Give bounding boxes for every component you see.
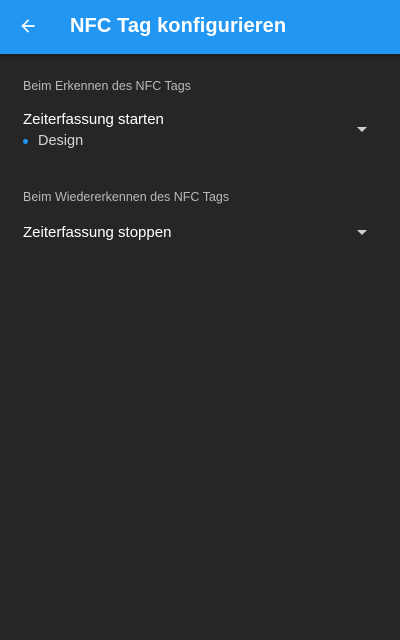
page-title: NFC Tag konfigurieren [70, 15, 287, 37]
app-bar: NFC Tag konfigurieren [0, 0, 400, 54]
caret-down-icon [357, 230, 367, 235]
on-detect-action-dropdown[interactable]: Zeiterfassung starten Design [0, 106, 400, 154]
section-label-on-detect: Beim Erkennen des NFC Tags [23, 79, 191, 93]
category-dot-icon [23, 138, 28, 144]
category-label: Design [38, 133, 84, 149]
on-redetect-action-dropdown[interactable]: Zeiterfassung stoppen [0, 218, 400, 248]
on-redetect-selected-value: Zeiterfassung stoppen [23, 224, 172, 241]
caret-down-icon [357, 127, 367, 132]
back-button[interactable] [10, 8, 46, 44]
section-label-on-redetect: Beim Wiedererkennen des NFC Tags [23, 190, 230, 204]
on-detect-selected-value: Zeiterfassung starten [23, 111, 164, 128]
list-item: Design [23, 133, 83, 149]
arrow-left-icon [21, 19, 35, 33]
nfc-tag-config-screen: NFC Tag konfigurieren Beim Erkennen des … [0, 0, 400, 640]
